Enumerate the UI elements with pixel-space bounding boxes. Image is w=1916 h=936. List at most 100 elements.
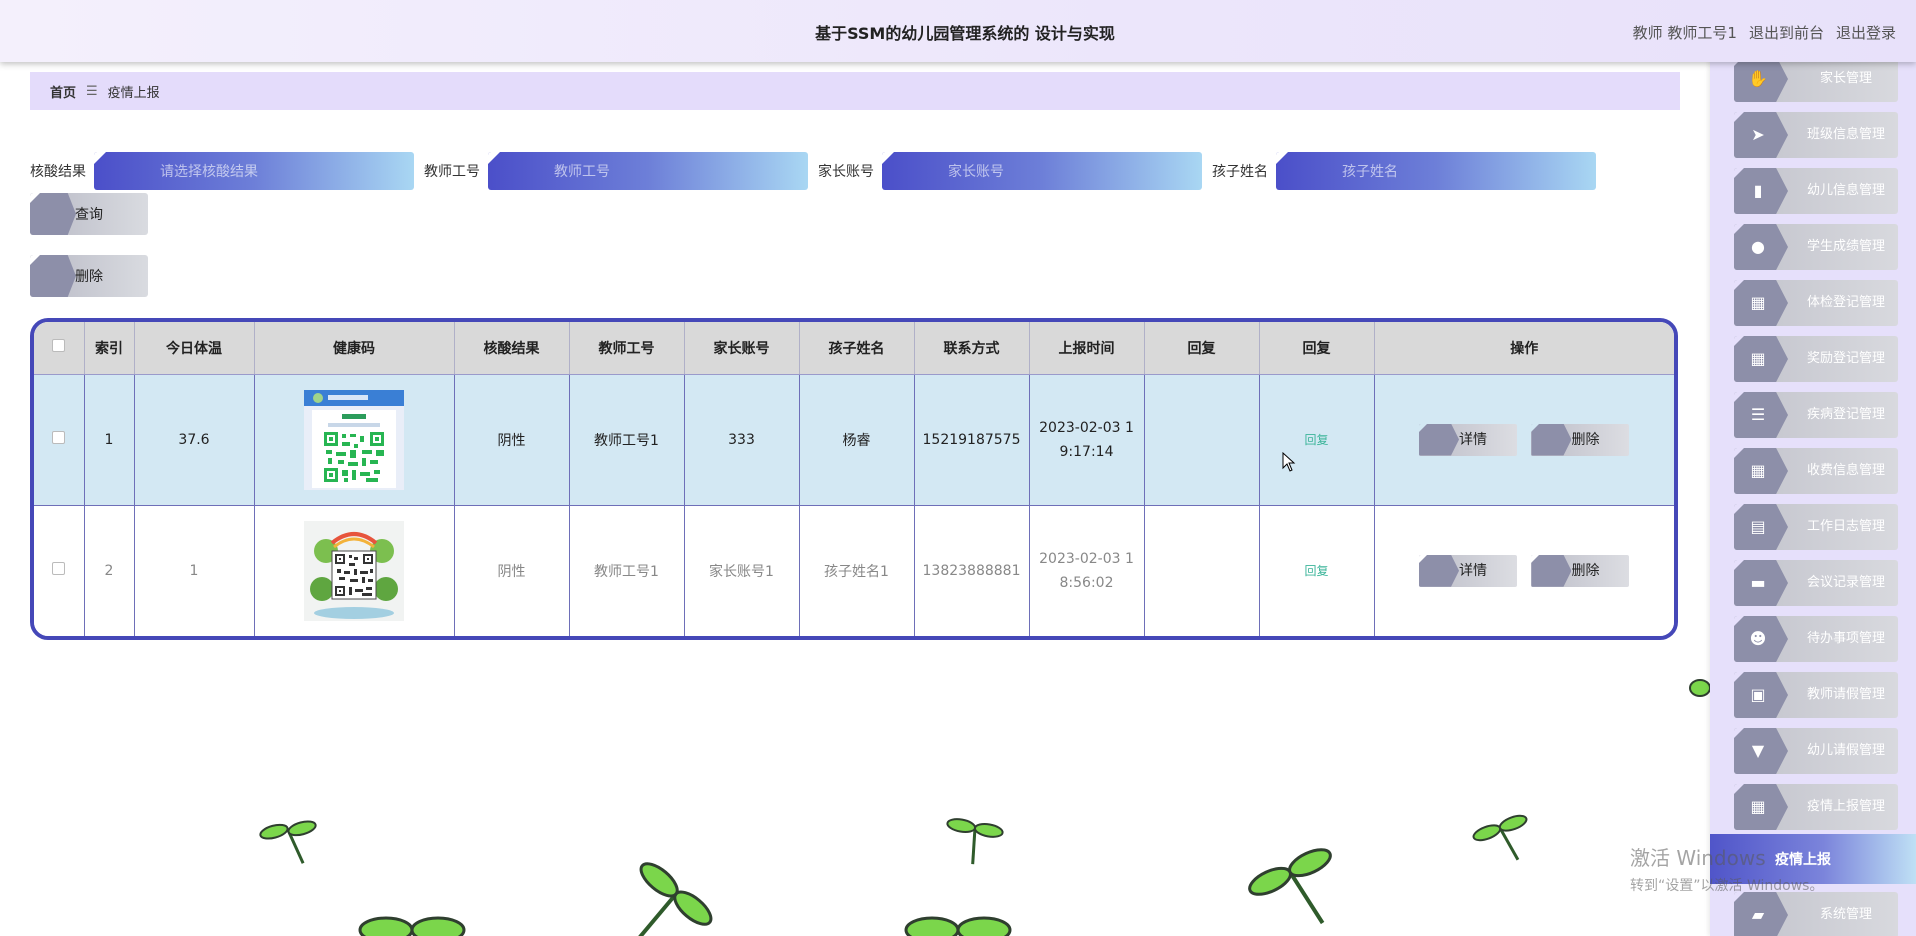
cell-temperature: 37.6 — [134, 374, 255, 506]
exit-to-front-link[interactable]: 退出到前台 — [1749, 22, 1824, 43]
sidebar-item-disease[interactable]: ☰ 疾病登记管理 — [1734, 392, 1898, 438]
reply-link[interactable]: 回复 — [1304, 433, 1328, 447]
detail-button[interactable]: 详情 — [1419, 423, 1518, 456]
select-all-checkbox[interactable] — [52, 339, 66, 353]
app-title: 基于SSM的幼儿园管理系统的 设计与实现 — [815, 24, 1115, 43]
propeller-icon — [635, 862, 713, 936]
column-header: 孩子姓名 — [799, 322, 915, 375]
sidebar-item-parent-management[interactable]: ✋ 家长管理 — [1734, 56, 1898, 102]
sidebar-item-work-log[interactable]: ▤ 工作日志管理 — [1734, 504, 1898, 550]
cell-parent-account: 333 — [684, 374, 800, 506]
nucleic-result-select[interactable] — [94, 152, 414, 190]
propeller-icon — [358, 916, 466, 936]
table-row[interactable]: 2 1 阴性 教师工号1 家长账号1 孩子姓名1 13823888881 202… — [34, 505, 1674, 636]
sidebar-item-class-management[interactable]: ➤ 班级信息管理 — [1734, 112, 1898, 158]
cell-phone: 15219187575 — [914, 374, 1030, 506]
sidebar-item-meeting[interactable]: ▬ 会议记录管理 — [1734, 560, 1898, 606]
teacher-id-field[interactable] — [488, 152, 808, 190]
batch-delete-button[interactable]: 删除 — [30, 255, 148, 297]
health-code-image[interactable] — [304, 389, 404, 490]
table-row[interactable]: 1 37.6 阴性 教师工号1 333 杨睿 15219187575 2023-… — [34, 374, 1674, 506]
sidebar-subitem-epidemic-report-active[interactable]: 疫情上报 — [1710, 834, 1916, 884]
send-icon: ➤ — [1751, 125, 1765, 144]
cell-parent-account: 家长账号1 — [684, 505, 800, 636]
sidebar-item-physical-exam[interactable]: ▦ 体检登记管理 — [1734, 280, 1898, 326]
parent-account-input[interactable] — [882, 152, 1202, 190]
sidebar-menu: ✋ 家长管理 ➤ 班级信息管理 ▮ 幼儿信息管理 ● 学生成绩管理 ▦ 体检登记… — [1710, 56, 1916, 936]
cell-reply-action: 回复 — [1259, 374, 1375, 506]
cell-actions: 详情 删除 — [1374, 505, 1674, 636]
delete-button[interactable]: 删除 — [1531, 554, 1630, 587]
mouse-cursor-icon — [1282, 452, 1296, 472]
column-header: 家长账号 — [684, 322, 800, 375]
cell-report-time: 2023-02-03 1 8:56:02 — [1029, 505, 1145, 636]
delete-button[interactable]: 删除 — [1531, 423, 1630, 456]
decorative-propellers — [259, 814, 1528, 936]
parent-account-label: 家长账号 — [818, 164, 874, 180]
reply-link[interactable]: 回复 — [1304, 564, 1328, 578]
sidebar-item-reward[interactable]: ▦ 奖励登记管理 — [1734, 336, 1898, 382]
cell-nucleic-result: 阴性 — [454, 505, 570, 636]
sidebar-item-teacher-leave[interactable]: ▣ 教师请假管理 — [1734, 672, 1898, 718]
column-header: 今日体温 — [134, 322, 255, 375]
column-header: 操作 — [1374, 322, 1674, 375]
column-header: 联系方式 — [914, 322, 1030, 375]
child-name-label: 孩子姓名 — [1212, 164, 1268, 180]
report-table: 索引 今日体温 健康码 核酸结果 教师工号 家长账号 孩子姓名 联系方式 上报时… — [30, 318, 1678, 640]
column-header: 上报时间 — [1029, 322, 1145, 375]
child-name-field[interactable] — [1276, 152, 1596, 190]
cell-reply-action: 回复 — [1259, 505, 1375, 636]
child-name-input[interactable] — [1276, 152, 1596, 190]
cell-reply — [1144, 505, 1260, 636]
column-header: 核酸结果 — [454, 322, 570, 375]
row-checkbox[interactable] — [52, 431, 66, 444]
teacher-id-input[interactable] — [488, 152, 808, 190]
cell-health-code — [254, 374, 455, 506]
propeller-partial-icon — [1689, 679, 1710, 697]
cell-temperature: 1 — [134, 505, 255, 636]
row-checkbox[interactable] — [52, 562, 66, 576]
parent-account-field[interactable] — [882, 152, 1202, 190]
grid-icon: ▦ — [1750, 293, 1766, 312]
sidebar-item-child-leave[interactable]: ▼ 幼儿请假管理 — [1734, 728, 1898, 774]
health-code-image[interactable] — [304, 520, 404, 621]
cell-reply — [1144, 374, 1260, 506]
user-area: 教师 教师工号1 退出到前台 退出登录 — [1633, 22, 1896, 43]
sidebar-item-system-management[interactable]: ▰ 系统管理 — [1734, 892, 1898, 936]
sidebar-item-todo[interactable]: ☻ 待办事项管理 — [1734, 616, 1898, 662]
cell-child-name: 孩子姓名1 — [799, 505, 915, 636]
print-icon: ▬ — [1750, 573, 1766, 592]
table-icon: ▤ — [1750, 517, 1766, 536]
column-header: 回复 — [1259, 322, 1375, 375]
cell-child-name: 杨睿 — [799, 374, 915, 506]
nucleic-result-input[interactable] — [94, 152, 414, 190]
detail-button[interactable]: 详情 — [1419, 554, 1518, 587]
logout-link[interactable]: 退出登录 — [1836, 22, 1896, 43]
list-icon: ☰ — [1750, 405, 1766, 424]
cell-phone: 13823888881 — [914, 505, 1030, 636]
current-user-label: 教师 教师工号1 — [1632, 24, 1737, 42]
query-button[interactable]: 查询 — [30, 193, 148, 235]
cell-teacher-id: 教师工号1 — [569, 505, 685, 636]
cell-actions: 详情 删除 — [1374, 374, 1674, 506]
grid-icon: ▦ — [1750, 349, 1766, 368]
sidebar-item-child-management[interactable]: ▮ 幼儿信息管理 — [1734, 168, 1898, 214]
sidebar-item-epidemic-report[interactable]: ▦ 疫情上报管理 — [1734, 784, 1898, 830]
search-bar: 核酸结果 教师工号 家长账号 孩子姓名 — [30, 152, 1606, 190]
stamp-icon: ▼ — [1751, 741, 1765, 760]
nucleic-result-label: 核酸结果 — [30, 164, 86, 180]
propeller-icon — [1248, 848, 1332, 925]
column-header: 回复 — [1144, 322, 1260, 375]
breadcrumb-home[interactable]: 首页 — [50, 82, 76, 101]
sidebar-item-score-management[interactable]: ● 学生成绩管理 — [1734, 224, 1898, 270]
sidebar-item-fee[interactable]: ▦ 收费信息管理 — [1734, 448, 1898, 494]
breadcrumb: 首页 ☰ 疫情上报 — [30, 72, 1680, 110]
propeller-icon — [946, 818, 1004, 865]
column-header: 教师工号 — [569, 322, 685, 375]
cell-teacher-id: 教师工号1 — [569, 374, 685, 506]
cell-health-code — [254, 505, 455, 636]
select-all-header[interactable] — [34, 322, 85, 375]
cell-nucleic-result: 阴性 — [454, 374, 570, 506]
column-header: 健康码 — [254, 322, 455, 375]
clipboard-icon: ▣ — [1750, 685, 1766, 704]
